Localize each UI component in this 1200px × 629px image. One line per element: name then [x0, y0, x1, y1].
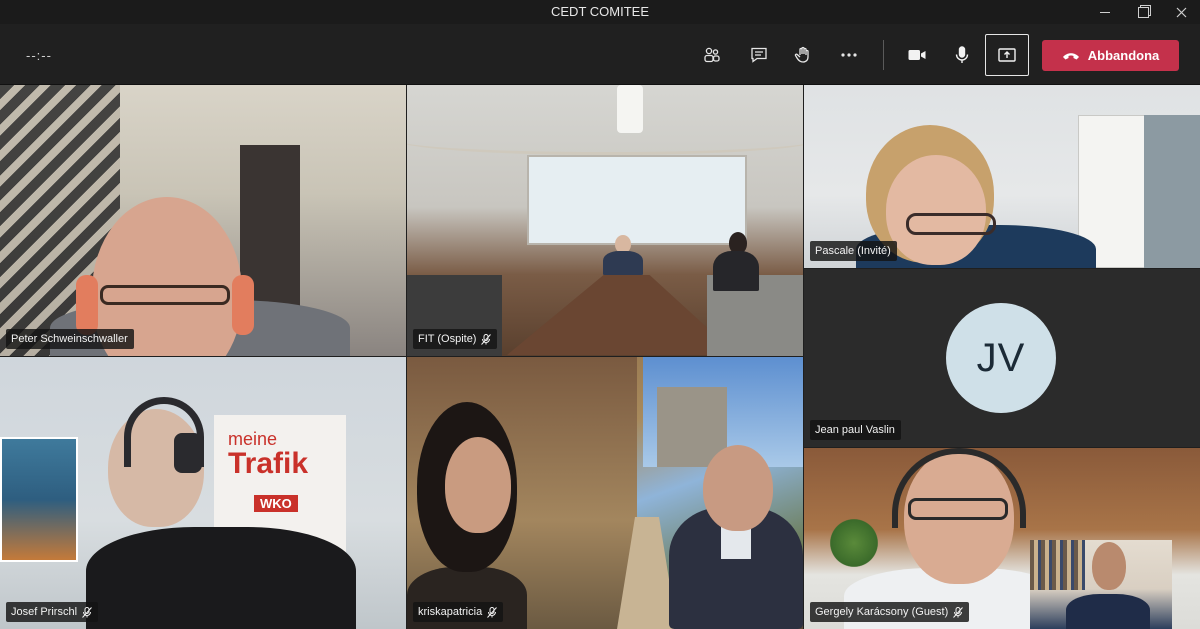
raise-hand-icon	[794, 46, 809, 63]
mic-off-icon	[481, 333, 492, 345]
show-chat-button[interactable]	[742, 38, 776, 72]
camera-icon	[908, 50, 926, 60]
minimize-button[interactable]	[1086, 0, 1124, 24]
video-tile-peter[interactable]: Peter Schweinschwaller	[0, 85, 406, 356]
participant-avatar: JV	[946, 303, 1056, 413]
window-title: CEDT COMITEE	[551, 4, 649, 19]
close-window-button[interactable]	[1162, 0, 1200, 24]
participants-icon	[704, 47, 720, 63]
poster-line2: Trafik	[228, 447, 309, 480]
mic-off-icon	[953, 606, 964, 618]
participant-name-label: Gergely Karácsony (Guest)	[810, 602, 970, 622]
microphone-toggle-button[interactable]	[945, 38, 979, 72]
leave-meeting-button[interactable]: Abbandona	[1042, 40, 1179, 71]
window-titlebar: CEDT COMITEE	[0, 0, 1200, 24]
toolbar-divider	[883, 40, 884, 70]
participant-name-label: Peter Schweinschwaller	[6, 329, 134, 349]
more-actions-button[interactable]	[832, 38, 866, 72]
hang-up-icon	[1062, 52, 1079, 59]
poster-badge: WKO	[254, 495, 298, 512]
video-tile-josef[interactable]: meine Trafik WKO Josef Prirschl	[0, 357, 406, 629]
share-screen-icon	[998, 48, 1016, 62]
camera-toggle-button[interactable]	[900, 38, 934, 72]
raise-hand-button[interactable]	[786, 38, 820, 72]
meeting-timer: --:--	[26, 48, 52, 63]
participant-name-label: Josef Prirschl	[6, 602, 99, 622]
mic-off-icon	[487, 606, 498, 618]
meeting-toolbar: --:-- Abbandona	[0, 24, 1200, 85]
microphone-icon	[955, 46, 969, 63]
share-screen-button[interactable]	[985, 34, 1029, 76]
chat-icon	[751, 47, 767, 63]
leave-meeting-label: Abbandona	[1087, 48, 1160, 63]
more-icon	[841, 53, 857, 57]
maximize-button[interactable]	[1124, 0, 1162, 24]
video-tile-pascale[interactable]: Pascale (Invité)	[804, 85, 1200, 268]
participant-name-label: Jean paul Vaslin	[810, 420, 901, 440]
video-tile-fit[interactable]: FIT (Ospite)	[407, 85, 803, 356]
self-view-video[interactable]	[1030, 540, 1172, 629]
participant-name-label: FIT (Ospite)	[413, 329, 498, 349]
show-participants-button[interactable]	[695, 38, 729, 72]
close-icon	[1176, 7, 1186, 17]
video-tile-jean-paul[interactable]: JV Jean paul Vaslin	[804, 269, 1200, 447]
video-tile-kriskapatricia[interactable]: kriskapatricia	[407, 357, 803, 629]
participant-name-label: kriskapatricia	[413, 602, 504, 622]
participant-name-label: Pascale (Invité)	[810, 241, 897, 261]
mic-off-icon	[82, 606, 92, 618]
